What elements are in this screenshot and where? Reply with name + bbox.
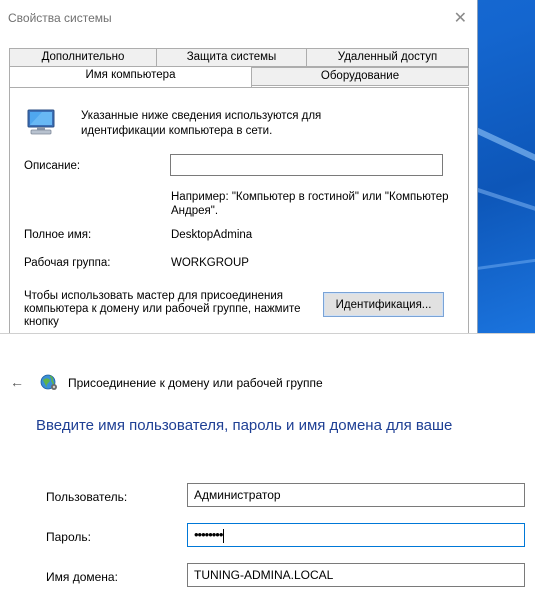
wizard-text: Чтобы использовать мастер для присоедине… [24, 290, 301, 328]
domain-join-title: Присоединение к домену или рабочей групп… [68, 376, 323, 390]
workgroup-label: Рабочая группа: [24, 257, 111, 269]
window-title: Свойства системы [8, 11, 112, 25]
password-value: •••••••• [194, 527, 223, 542]
domain-join-window: ← Присоединение к домену или рабочей гру… [0, 333, 535, 602]
user-label: Пользователь: [46, 490, 128, 504]
password-label: Пароль: [46, 530, 91, 544]
tab-hardware[interactable]: Оборудование [251, 67, 469, 86]
description-label: Описание: [24, 160, 81, 172]
password-input[interactable]: •••••••• [187, 523, 525, 547]
user-value: Администратор [194, 488, 281, 502]
globe-icon [40, 374, 57, 390]
workgroup-value: WORKGROUP [171, 257, 249, 269]
tab-remote[interactable]: Удаленный доступ [306, 48, 469, 67]
back-arrow-icon[interactable]: ← [10, 374, 24, 390]
identification-button[interactable]: Идентификация... [323, 292, 444, 317]
domain-input[interactable]: TUNING-ADMINA.LOCAL [187, 563, 525, 587]
domain-value: TUNING-ADMINA.LOCAL [194, 568, 334, 582]
domain-label: Имя домена: [46, 570, 118, 584]
text-caret [223, 528, 225, 543]
computer-icon [27, 109, 55, 135]
user-input[interactable]: Администратор [187, 483, 525, 507]
title-bar: Свойства системы ✕ [0, 0, 477, 36]
tab-advanced[interactable]: Дополнительно [9, 48, 157, 67]
wallpaper-light-ray [472, 186, 535, 228]
system-properties-window: Свойства системы ✕ Дополнительно Защита … [0, 0, 478, 333]
tab-system-protection[interactable]: Защита системы [156, 48, 307, 67]
close-icon[interactable]: ✕ [454, 8, 467, 28]
full-name-label: Полное имя: [24, 229, 92, 241]
full-name-value: DesktopAdmina [171, 229, 253, 241]
description-input[interactable] [170, 154, 443, 176]
tab-computer-name[interactable]: Имя компьютера [9, 66, 252, 87]
description-hint: Например: "Компьютер в гостиной" или "Ко… [171, 191, 449, 217]
intro-text: Указанные ниже сведения используются для… [81, 110, 322, 137]
domain-join-heading: Введите имя пользователя, пароль и имя д… [36, 417, 453, 434]
